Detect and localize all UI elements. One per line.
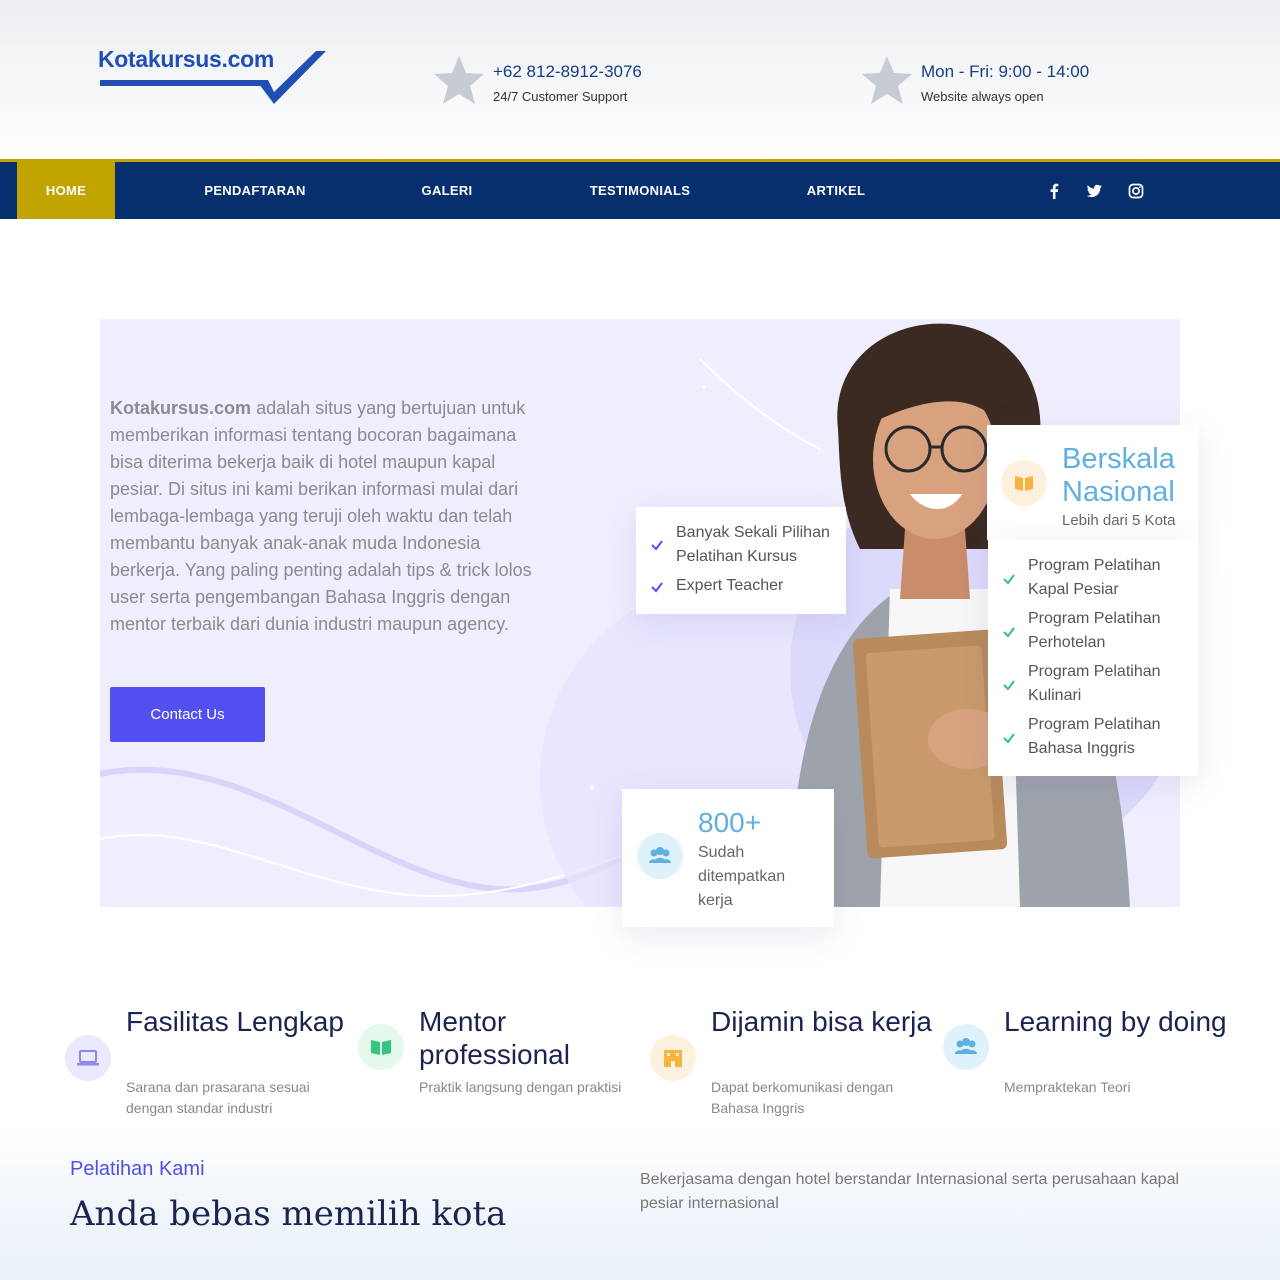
feature-item: Mentor professional Praktik langsung den… [358,1005,648,1125]
top-header: Kotakursus.com +62 812-8912-3076 24/7 Cu… [0,0,1280,160]
contact-us-button[interactable]: Contact Us [110,687,265,742]
check-icon [651,540,663,551]
feature-description: Sarana dan prasarana sesuai dengan stand… [126,1079,310,1116]
hero-brand: Kotakursus.com [110,398,252,418]
national-scale-subtitle: Lebih dari 5 Kota [1062,512,1176,529]
check-icon [1003,574,1015,585]
feature-icon-badge [943,1024,989,1070]
book-icon-badge [1001,460,1047,506]
check-icon [1003,627,1015,638]
national-scale-card: Berskala Nasional Lebih dari 5 Kota [987,425,1198,540]
program-item: Program Pelatihan Kulinari [1028,663,1161,704]
program-item: Program Pelatihan Bahasa Inggris [1028,716,1161,757]
twitter-icon[interactable] [1083,180,1105,202]
logo-text: Kotakursus.com [98,46,275,72]
card-list-item: Banyak Sekali Pilihan Pelatihan Kursus [676,524,830,565]
book-icon [371,1040,391,1055]
feature-title: Dijamin bisa kerja [711,1006,932,1037]
nav-artikel[interactable]: ARTIKEL [796,162,876,219]
feature-description: Dapat berkomunikasi dengan Bahasa Inggri… [711,1079,894,1116]
section-description: Bekerjasama dengan hotel berstandar Inte… [640,1171,1180,1212]
placement-label: Sudah ditempatkan kerja [698,844,786,909]
feature-title: Learning by doing [1004,1006,1227,1037]
hero-description: Kotakursus.com adalah situs yang bertuju… [110,395,550,638]
hours-subtitle: Website always open [921,89,1044,104]
instagram-icon[interactable] [1125,180,1147,202]
feature-icon-badge [358,1024,404,1070]
feature-item: Fasilitas Lengkap Sarana dan prasarana s… [65,1005,355,1125]
nav-home[interactable]: HOME [17,162,115,219]
users-icon-badge [637,833,683,879]
feature-title: Fasilitas Lengkap [126,1006,344,1037]
facebook-icon[interactable] [1043,180,1065,202]
feature-description: Mempraktekan Teori [1004,1079,1131,1095]
program-item: Program Pelatihan Perhotelan [1028,610,1161,651]
section-headline: Anda bebas memilih kota [70,1194,507,1234]
programs-card: Program Pelatihan Kapal Pesiar Program P… [988,540,1198,776]
feature-description: Praktik langsung dengan praktisi [419,1079,622,1095]
section-kicker: Pelatihan Kami [70,1158,205,1180]
star-icon [862,56,912,104]
placement-stat-card: 800+ Sudah ditempatkan kerja [622,789,834,927]
hero-description-text: adalah situs yang bertujuan untuk member… [110,398,532,634]
national-scale-title: Berskala Nasional [1062,443,1175,508]
star-icon [434,56,484,104]
check-icon [1003,733,1015,744]
nav-pendaftaran[interactable]: PENDAFTARAN [190,162,320,219]
training-section: Pelatihan Kami Anda bebas memilih kota B… [0,1130,1280,1280]
placement-count: 800+ [698,807,762,838]
building-icon [664,1050,682,1067]
main-nav: HOME PENDAFTARAN GALERI TESTIMONIALS ART… [0,159,1280,219]
feature-item: Dijamin bisa kerja Dapat berkomunikasi d… [650,1005,940,1125]
nav-testimonials[interactable]: TESTIMONIALS [580,162,700,219]
feature-item: Learning by doing Mempraktekan Teori [943,1005,1233,1125]
feature-icon-badge [650,1035,696,1081]
phone-number[interactable]: +62 812-8912-3076 [493,62,642,82]
program-item: Program Pelatihan Kapal Pesiar [1028,557,1161,598]
users-icon [955,1038,977,1054]
phone-subtitle: 24/7 Customer Support [493,89,628,104]
card-list-item: Expert Teacher [676,577,784,594]
opening-hours: Mon - Fri: 9:00 - 14:00 [921,62,1090,81]
laptop-icon [77,1050,99,1066]
book-icon [1015,476,1033,491]
feature-title: Mentor professional [419,1006,570,1070]
feature-icon-badge [65,1035,111,1081]
check-icon [651,582,663,593]
check-icon [1003,680,1015,691]
nav-galeri[interactable]: GALERI [400,162,494,219]
site-logo[interactable]: Kotakursus.com [98,46,338,110]
users-icon [649,847,671,863]
course-options-card: Banyak Sekali Pilihan Pelatihan Kursus E… [636,507,846,614]
